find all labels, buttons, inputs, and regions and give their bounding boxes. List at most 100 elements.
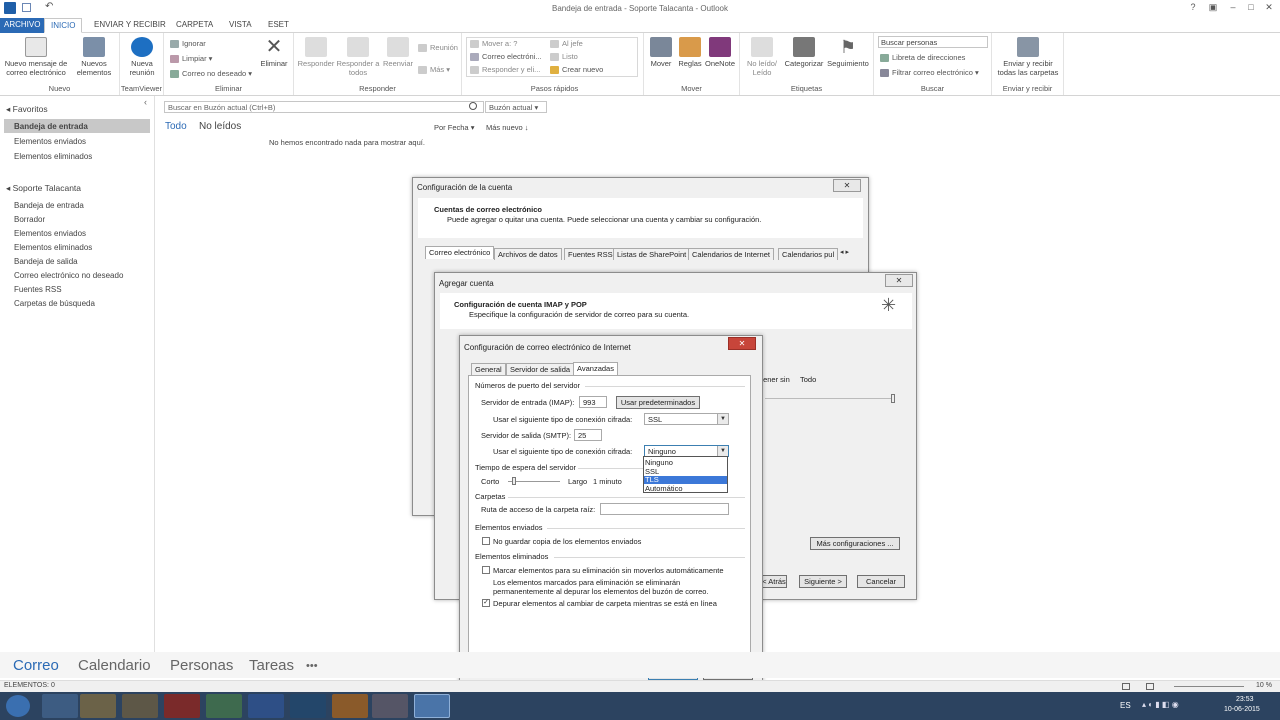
close-button[interactable]: ✕ [728,337,756,350]
favorites-header[interactable]: ◂ Favoritos [6,104,48,115]
tab-archivos-datos[interactable]: Archivos de datos [494,248,562,260]
minimize-button[interactable]: – [1224,2,1242,14]
sort-by-dropdown[interactable]: Por Fecha ▾ [434,123,474,132]
folder-carpetas-busqueda[interactable]: Carpetas de búsqueda [14,299,95,308]
tab-scroll-arrows[interactable]: ◂ ▸ [840,248,849,256]
tab-avanzadas[interactable]: Avanzadas [573,362,618,375]
chevron-down-icon[interactable]: ▼ [717,446,728,456]
folder-bandeja-entrada[interactable]: Bandeja de entrada [14,201,84,210]
clean-button[interactable]: Limpiar ▾ [170,54,212,64]
purge-checkbox[interactable]: ✓ [482,599,490,607]
search-people-input[interactable]: Buscar personas [878,36,988,48]
internet-explorer-icon[interactable] [42,694,78,718]
quick-move-to[interactable]: Mover a: ? [470,39,517,49]
mark-deletion-checkbox[interactable] [482,566,490,574]
quick-reply-delete[interactable]: Responder y eli... [470,65,540,75]
reply-all-button[interactable]: Responder a todos [336,37,380,77]
reply-button[interactable]: Responder [296,37,336,68]
more-settings-button[interactable]: Más configuraciones ... [810,537,900,550]
junk-button[interactable]: Correo no deseado ▾ [170,69,252,79]
rules-button[interactable]: Reglas [676,37,704,68]
close-button[interactable]: ✕ [885,274,913,287]
tab-calendarios-publicados[interactable]: Calendarios pul [778,248,839,260]
zoom-slider[interactable] [1174,686,1244,687]
nav-tareas[interactable]: Tareas [249,657,294,674]
sort-order-toggle[interactable]: Más nuevo ↓ [486,123,529,132]
search-icon[interactable] [469,102,477,110]
collapse-pane-icon[interactable]: ‹ [144,97,147,107]
app-icon[interactable] [332,694,368,718]
ignore-button[interactable]: Ignorar [170,39,206,49]
option-automatico[interactable]: Automático [645,484,683,493]
tab-carpeta[interactable]: CARPETA [170,18,219,33]
tab-archivo[interactable]: ARCHIVO [0,18,45,33]
nav-correo[interactable]: Correo [13,657,59,674]
outlook-taskbar-icon[interactable] [414,694,450,718]
folder-bandeja-salida[interactable]: Bandeja de salida [14,257,78,266]
option-ninguno[interactable]: Ninguno [645,458,673,467]
use-defaults-button[interactable]: Usar predeterminados [616,396,700,409]
quick-create[interactable]: Crear nuevo [550,65,603,75]
meeting-reply-button[interactable]: Reunión [418,43,458,53]
more-reply-button[interactable]: Más ▾ [418,65,450,75]
media-player-icon[interactable] [122,694,158,718]
input-language[interactable]: ES [1120,701,1131,710]
tab-inicio[interactable]: INICIO [44,18,83,33]
filter-all-link[interactable]: Todo [165,121,187,132]
tab-listas-sharepoint[interactable]: Listas de SharePoint [613,248,691,260]
filter-unread-link[interactable]: No leídos [199,121,241,132]
favorite-elementos-eliminados[interactable]: Elementos eliminados [14,152,92,161]
chrome-icon[interactable] [206,694,242,718]
timeout-slider-thumb[interactable] [512,477,516,485]
quick-to-boss[interactable]: Al jefe [550,39,583,49]
folder-elementos-eliminados[interactable]: Elementos eliminados [14,243,92,252]
offline-slider-thumb[interactable] [891,394,895,403]
address-book-button[interactable]: Libreta de direcciones [880,53,965,63]
cancel-button[interactable]: Cancelar [857,575,905,588]
search-input[interactable]: Buscar en Buzón actual (Ctrl+B) [164,101,484,113]
search-scope-dropdown[interactable]: Buzón actual ▾ [485,101,547,113]
help-button[interactable]: ? [1184,2,1202,14]
favorite-elementos-enviados[interactable]: Elementos enviados [14,137,86,146]
move-button[interactable]: Mover [646,37,676,68]
offline-slider[interactable] [765,398,895,399]
forward-button[interactable]: Reenviar [380,37,416,68]
clock-date[interactable]: 10-06-2015 [1224,706,1260,713]
folder-borrador[interactable]: Borrador [14,215,45,224]
outgoing-port-input[interactable]: 25 [574,429,602,441]
chevron-down-icon[interactable]: ▼ [717,414,728,424]
network-app-icon[interactable] [372,694,408,718]
nav-calendario[interactable]: Calendario [78,657,151,674]
tab-enviar-recibir[interactable]: ENVIAR Y RECIBIR [88,18,172,33]
tab-servidor-salida[interactable]: Servidor de salida [506,363,575,375]
new-items-button[interactable]: Nuevos elementos [72,37,116,77]
categorize-button[interactable]: Categorizar [782,37,826,68]
send-receive-all-button[interactable]: Enviar y recibir todas las carpetas [994,37,1062,77]
start-button-icon[interactable] [6,695,30,717]
opera-icon[interactable] [164,694,200,718]
zoom-level[interactable]: 10 % [1256,682,1272,689]
tab-general[interactable]: General [471,363,506,375]
incoming-port-input[interactable]: 993 [579,396,607,408]
delete-button[interactable]: ✕ Eliminar [256,37,292,68]
next-button[interactable]: Siguiente > [799,575,847,588]
root-folder-input[interactable] [600,503,729,515]
new-mail-button[interactable]: Nuevo mensaje de correo electrónico [2,37,70,77]
tab-fuentes-rss[interactable]: Fuentes RSS [564,248,617,260]
ribbon-display-button[interactable]: ▣ [1204,2,1222,14]
filter-mail-button[interactable]: Filtrar correo electrónico ▾ [880,68,979,78]
clock-time[interactable]: 23:53 [1236,696,1254,703]
follow-up-button[interactable]: ⚑ Seguimiento [826,37,870,68]
tab-vista[interactable]: VISTA [223,18,258,33]
nav-personas[interactable]: Personas [170,657,233,674]
tab-eset[interactable]: ESET [262,18,295,33]
maximize-button[interactable]: □ [1242,2,1260,14]
normal-view-icon[interactable] [1122,683,1130,690]
new-meeting-button[interactable]: Nueva reunión [122,37,162,77]
quick-email[interactable]: Correo electróni... [470,52,542,62]
tab-calendarios-internet[interactable]: Calendarios de Internet [688,248,774,260]
close-button[interactable]: ✕ [833,179,861,192]
option-tls[interactable]: TLS [644,476,727,484]
favorite-bandeja-entrada[interactable]: Bandeja de entrada [14,122,88,131]
nav-more[interactable]: ••• [306,660,318,672]
